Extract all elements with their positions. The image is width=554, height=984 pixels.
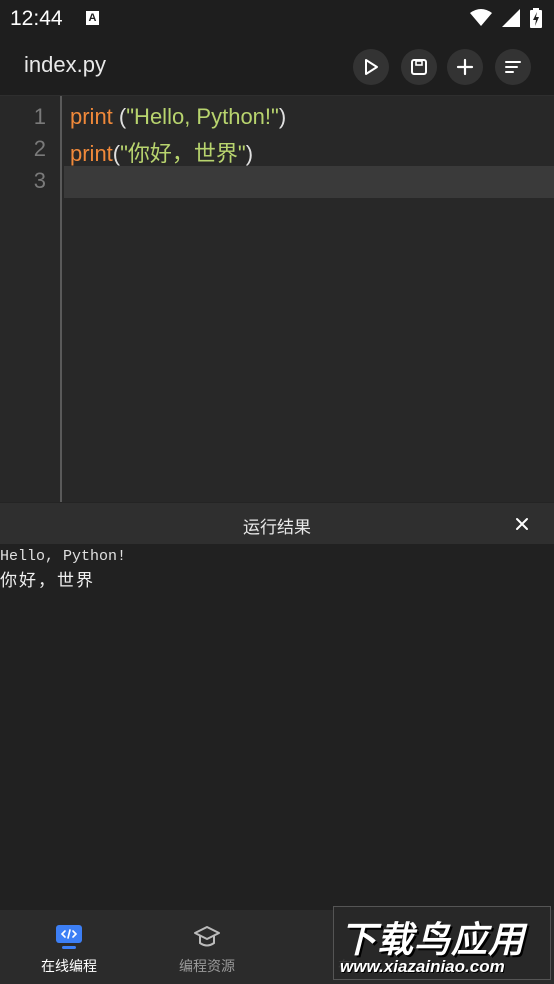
plus-icon bbox=[456, 58, 474, 76]
app-bar: index.py bbox=[0, 36, 554, 96]
paren-token: ) bbox=[245, 141, 254, 166]
paren-token: ) bbox=[278, 104, 287, 129]
code-line[interactable]: print ("Hello, Python!") bbox=[70, 104, 286, 130]
watermark-logo: 下载鸟应用 www.xiazainiao.com bbox=[333, 906, 551, 980]
close-icon bbox=[516, 518, 528, 530]
wifi-icon bbox=[470, 9, 492, 26]
play-icon bbox=[365, 59, 378, 75]
save-button[interactable] bbox=[401, 49, 437, 85]
menu-button[interactable] bbox=[495, 49, 531, 85]
line-number: 2 bbox=[33, 136, 46, 161]
line-number-gutter: 1 2 3 bbox=[0, 96, 62, 502]
keyword-token: print bbox=[70, 141, 113, 166]
nav-label: 在线编程 bbox=[41, 958, 97, 974]
save-icon bbox=[411, 59, 427, 75]
status-icons bbox=[470, 8, 542, 28]
watermark-title: 下载鸟应用 bbox=[340, 919, 526, 960]
code-editor[interactable]: 1 2 3 print ("Hello, Python!") print("你好… bbox=[0, 96, 554, 502]
menu-lines-icon bbox=[505, 61, 521, 73]
output-console: Hello, Python! 你好，世界 bbox=[0, 544, 554, 910]
signal-icon bbox=[502, 9, 520, 27]
nav-label: 编程资源 bbox=[179, 958, 235, 974]
string-token: "你好，世界" bbox=[120, 141, 246, 166]
add-file-button[interactable] bbox=[447, 49, 483, 85]
line-number: 1 bbox=[33, 104, 46, 129]
output-line: 你好，世界 bbox=[0, 571, 95, 591]
nav-item-coding-resources[interactable]: 编程资源 bbox=[138, 910, 276, 984]
nav-item-online-coding[interactable]: 在线编程 bbox=[0, 910, 138, 984]
status-time: 12:44 bbox=[10, 7, 63, 30]
battery-charging-icon bbox=[530, 8, 542, 28]
code-line[interactable]: print("你好，世界") bbox=[70, 136, 253, 168]
result-panel-header: 运行结果 bbox=[0, 503, 554, 544]
graduation-cap-icon bbox=[194, 926, 220, 947]
notification-a-icon: A bbox=[86, 11, 99, 25]
line-number: 3 bbox=[33, 168, 46, 193]
result-panel-title: 运行结果 bbox=[243, 518, 311, 537]
keyword-token: print bbox=[70, 104, 113, 129]
file-name-title: index.py bbox=[24, 52, 106, 77]
watermark-url: www.xiazainiao.com bbox=[340, 957, 505, 976]
run-button[interactable] bbox=[353, 49, 389, 85]
current-line-highlight bbox=[64, 166, 554, 198]
close-result-button[interactable] bbox=[512, 514, 532, 534]
code-monitor-icon bbox=[56, 925, 82, 949]
status-bar: 12:44 A bbox=[0, 0, 554, 36]
output-line: Hello, Python! bbox=[0, 548, 127, 565]
string-token: "Hello, Python!" bbox=[126, 104, 279, 129]
